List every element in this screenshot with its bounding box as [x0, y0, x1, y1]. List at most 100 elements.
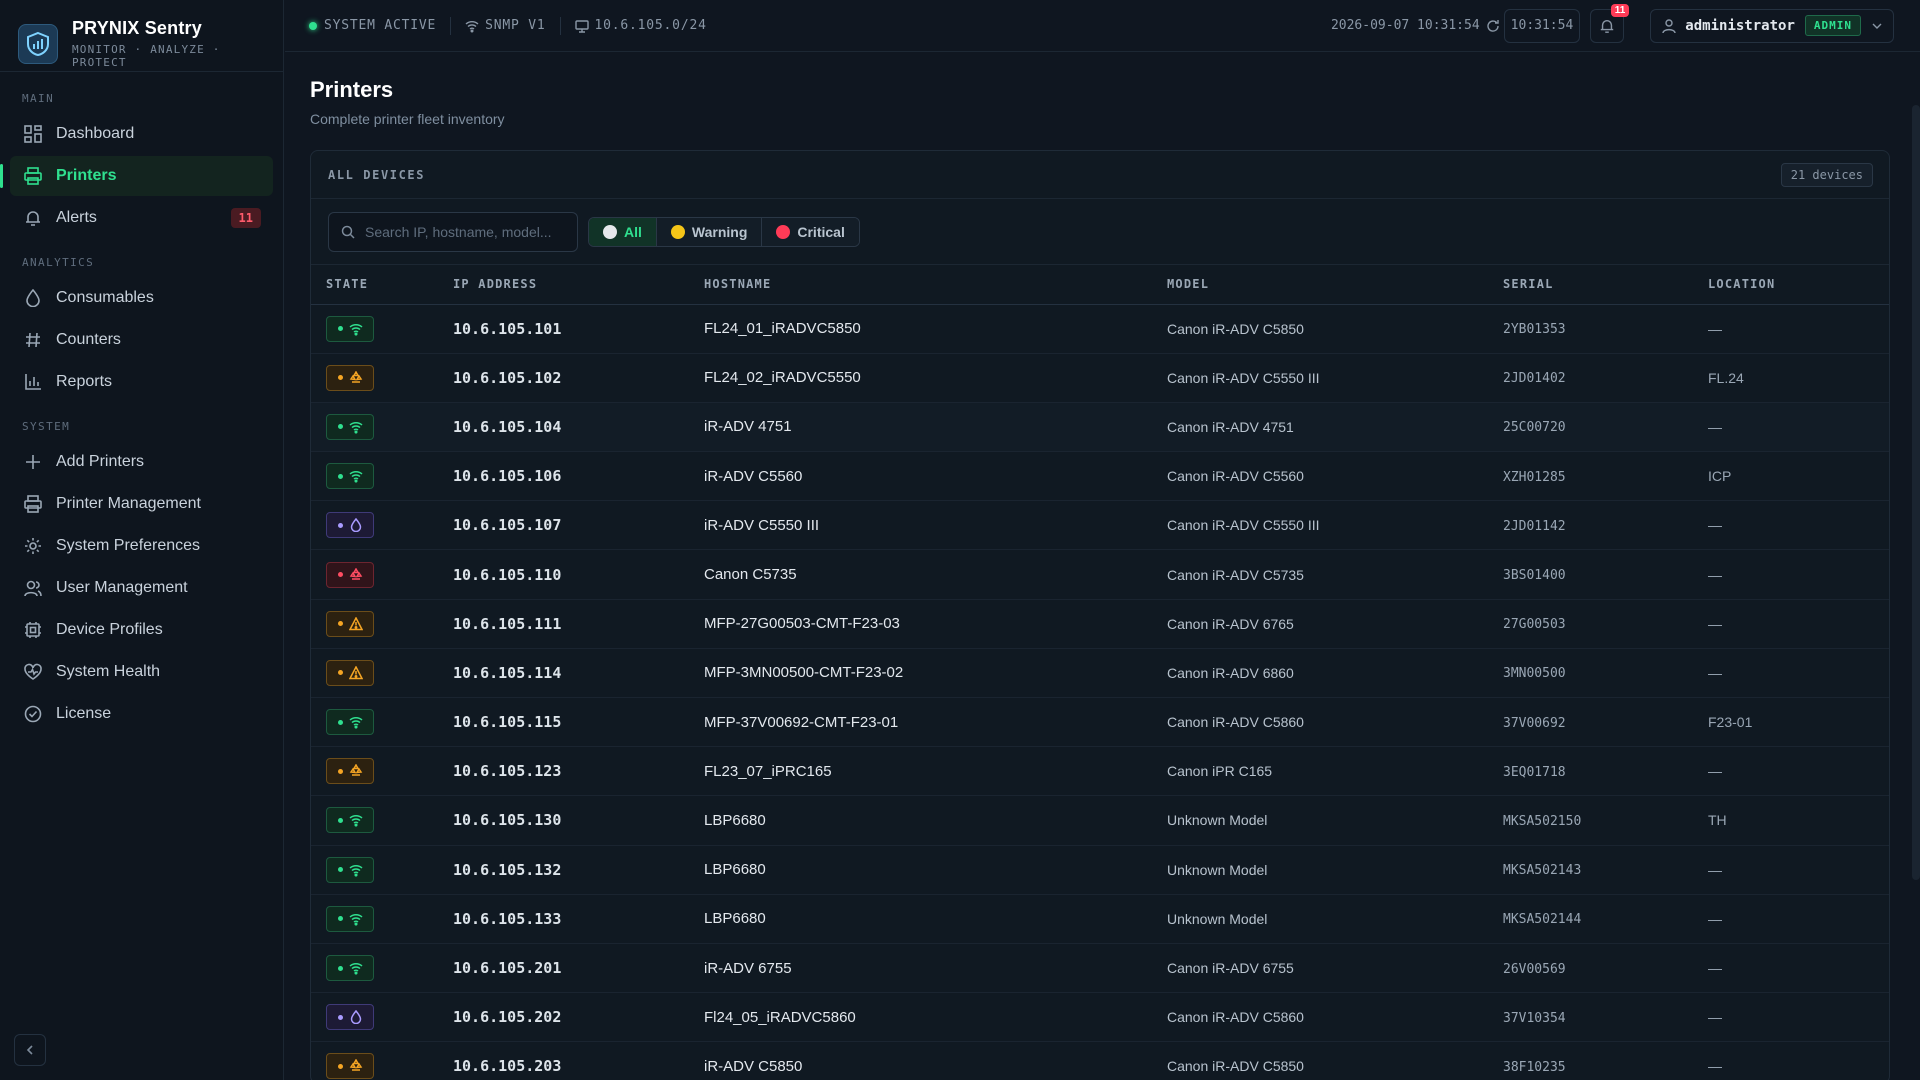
- page-title: Printers: [310, 77, 394, 102]
- table-row[interactable]: 10.6.105.106 iR-ADV C5560 Canon iR-ADV C55…: [311, 451, 1889, 502]
- sidebar-item-license[interactable]: License: [10, 694, 273, 734]
- location: —: [1708, 517, 1722, 534]
- table-row[interactable]: 10.6.105.102 FL24_02_iRADVC5550 Canon iR-A…: [311, 353, 1889, 403]
- ip-address[interactable]: 10.6.105.114: [453, 664, 561, 682]
- notifications-button[interactable]: 11: [1590, 3, 1630, 43]
- model: Canon iR-ADV C5850: [1167, 1041, 1503, 1080]
- location: —: [1708, 1009, 1722, 1026]
- table-row[interactable]: 10.6.105.202 Fl24_05_iRADVC5860 Canon iR-A…: [311, 992, 1889, 1043]
- filter-all-button[interactable]: All: [589, 217, 657, 246]
- table-row[interactable]: 10.6.105.201 iR-ADV 6755 Canon iR-ADV 6755…: [311, 943, 1889, 994]
- ip-address[interactable]: 10.6.105.132: [453, 861, 561, 879]
- sidebar-item-consumables[interactable]: Consumables: [10, 278, 273, 318]
- ip-address[interactable]: 10.6.105.201: [453, 959, 561, 977]
- table-row[interactable]: 10.6.105.110 Canon C5735 Canon iR-ADV C573…: [311, 549, 1889, 600]
- state-badge: [326, 561, 374, 588]
- serial: 2JD01402: [1503, 371, 1566, 387]
- serial: MKSA502143: [1503, 863, 1582, 879]
- nav-section-main: MAIN: [22, 91, 55, 105]
- column-header-hostname[interactable]: HOSTNAME: [704, 265, 1167, 305]
- model: Unknown Model: [1167, 894, 1503, 944]
- bell-icon: [22, 207, 44, 229]
- search-input[interactable]: [365, 223, 565, 240]
- sidebar-item-device-profiles[interactable]: Device Profiles: [10, 610, 273, 650]
- column-header-model[interactable]: MODEL: [1167, 265, 1503, 305]
- ip-address[interactable]: 10.6.105.133: [453, 910, 561, 928]
- table-header-row: STATE IP ADDRESS HOSTNAME MODEL SERIAL L…: [311, 265, 1889, 305]
- table-row[interactable]: 10.6.105.101 FL24_01_iRADVC5850 Canon iR-A…: [311, 304, 1889, 354]
- ip-address[interactable]: 10.6.105.102: [453, 369, 561, 387]
- ip-address[interactable]: 10.6.105.123: [453, 762, 561, 780]
- sidebar-item-counters[interactable]: Counters: [10, 320, 273, 360]
- table-row[interactable]: 10.6.105.107 iR-ADV C5550 III Canon iR-ADV…: [311, 500, 1889, 551]
- column-header-ip[interactable]: IP ADDRESS: [453, 265, 704, 305]
- subnet-text: 10.6.105.0/24: [594, 18, 707, 33]
- sidebar-item-reports[interactable]: Reports: [10, 362, 273, 402]
- location: —: [1708, 861, 1722, 878]
- table-row[interactable]: 10.6.105.111 MFP-27G00503-CMT-F23-03 Canon…: [311, 599, 1889, 649]
- filter-dot: [603, 224, 617, 239]
- sidebar-item-dashboard[interactable]: Dashboard: [10, 114, 273, 154]
- table-row[interactable]: 10.6.105.133 LBP6680 Unknown Model MKSA5021…: [311, 894, 1889, 944]
- brand-name: PRYNIX Sentry: [71, 18, 202, 38]
- refresh-button[interactable]: 10:31:54: [1486, 8, 1581, 43]
- state-dot: [337, 867, 343, 873]
- ip-address[interactable]: 10.6.105.110: [453, 566, 561, 584]
- column-header-serial[interactable]: SERIAL: [1503, 265, 1708, 305]
- filter-critical-button[interactable]: Critical: [762, 217, 859, 246]
- sidebar-item-system-health[interactable]: System Health: [10, 652, 273, 692]
- ip-address[interactable]: 10.6.105.130: [453, 811, 561, 829]
- table-row[interactable]: 10.6.105.132 LBP6680 Unknown Model MKSA5021…: [311, 845, 1889, 895]
- sidebar-item-label: System Preferences: [56, 537, 201, 554]
- dashboard-icon: [22, 123, 44, 145]
- logo-icon: [18, 23, 58, 64]
- state-cell: [311, 353, 453, 403]
- recycle-icon: [349, 1059, 363, 1073]
- scrollbar[interactable]: [1912, 105, 1920, 880]
- brand[interactable]: PRYNIX Sentry MONITOR · ANALYZE · PROTEC…: [0, 0, 283, 72]
- sidebar-item-printers[interactable]: Printers: [0, 156, 273, 196]
- ip-address[interactable]: 10.6.105.104: [453, 418, 561, 436]
- recycle-icon: [349, 370, 363, 385]
- table-row[interactable]: 10.6.105.104 iR-ADV 4751 Canon iR-ADV 4751…: [311, 402, 1889, 453]
- hostname: Canon C5735: [704, 566, 797, 584]
- sidebar-item-user-management[interactable]: User Management: [10, 568, 273, 608]
- column-header-location[interactable]: LOCATION: [1708, 265, 1889, 305]
- collapse-sidebar-button[interactable]: [14, 1034, 46, 1066]
- protocol-text: SNMP V1: [485, 18, 546, 33]
- ip-address[interactable]: 10.6.105.106: [453, 467, 561, 485]
- sidebar-item-printer-management[interactable]: Printer Management: [10, 484, 273, 524]
- search-box[interactable]: [328, 211, 578, 252]
- table-row[interactable]: 10.6.105.115 MFP-37V00692-CMT-F23-01 Canon…: [311, 697, 1889, 748]
- ip-address[interactable]: 10.6.105.107: [453, 516, 561, 534]
- plus-icon: [22, 451, 44, 473]
- model: Canon iR-ADV C5860: [1167, 992, 1503, 1043]
- table-row[interactable]: 10.6.105.130 LBP6680 Unknown Model MKSA5021…: [311, 795, 1889, 846]
- ip-address[interactable]: 10.6.105.203: [453, 1057, 561, 1075]
- user-menu[interactable]: administrator ADMIN: [1650, 8, 1894, 43]
- table-row[interactable]: 10.6.105.203 iR-ADV C5850 Canon iR-ADV C58…: [311, 1041, 1889, 1080]
- state-cell: [311, 549, 453, 600]
- column-header-state[interactable]: STATE: [311, 265, 453, 305]
- sidebar-item-add-printers[interactable]: Add Printers: [10, 442, 273, 482]
- hostname: LBP6680: [704, 811, 766, 829]
- devices-panel: ALL DEVICES 21 devices All Warning Cr: [310, 150, 1890, 1080]
- table-row[interactable]: 10.6.105.114 MFP-3MN00500-CMT-F23-02 Canon…: [311, 648, 1889, 699]
- sidebar-item-system-preferences[interactable]: System Preferences: [10, 526, 273, 566]
- hostname: MFP-3MN00500-CMT-F23-02: [704, 664, 904, 682]
- sidebar-item-label: Dashboard: [56, 125, 135, 142]
- hostname: iR-ADV C5850: [704, 1057, 803, 1075]
- table-row[interactable]: 10.6.105.123 FL23_07_iPRC165 Canon iPR C16…: [311, 746, 1889, 797]
- ip-address[interactable]: 10.6.105.111: [453, 615, 561, 633]
- serial: 3MN00500: [1503, 666, 1566, 682]
- refresh-icon: [1487, 19, 1499, 32]
- state-badge: [326, 315, 374, 342]
- sidebar-item-alerts[interactable]: Alerts 11: [10, 198, 273, 238]
- wifi-icon: [349, 912, 363, 926]
- chevron-down-icon: [1872, 23, 1882, 29]
- ip-address[interactable]: 10.6.105.101: [453, 320, 561, 338]
- search-icon: [341, 225, 355, 239]
- ip-address[interactable]: 10.6.105.115: [453, 713, 561, 731]
- filter-warning-button[interactable]: Warning: [656, 217, 763, 246]
- ip-address[interactable]: 10.6.105.202: [453, 1008, 561, 1026]
